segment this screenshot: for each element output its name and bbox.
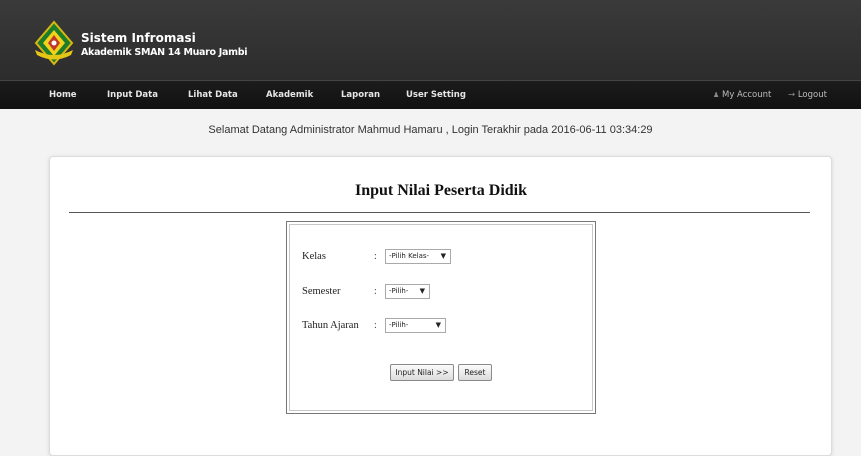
kelas-select[interactable]: -Pilih Kelas- ▼ (385, 249, 451, 264)
tahun-ajaran-label: Tahun Ajaran (302, 320, 359, 331)
nav-lihat-data[interactable]: Lihat Data (188, 81, 238, 109)
nav-input-data[interactable]: Input Data (107, 81, 158, 109)
chevron-down-icon: ▼ (419, 287, 425, 295)
nav-user-setting[interactable]: User Setting (406, 81, 466, 109)
logout-label: Logout (797, 90, 827, 100)
tahun-ajaran-colon: : (374, 320, 377, 331)
semester-select-value: -Pilih- (389, 287, 409, 295)
school-logo-icon (34, 20, 74, 66)
kelas-colon: : (374, 251, 377, 262)
semester-select[interactable]: -Pilih- ▼ (385, 284, 430, 299)
nav-akademik[interactable]: Akademik (266, 81, 313, 109)
welcome-message: Selamat Datang Administrator Mahmud Hama… (208, 124, 653, 136)
kelas-label: Kelas (302, 251, 326, 262)
nav-my-account[interactable]: ♟ My Account (713, 81, 771, 109)
chevron-down-icon: ▼ (435, 321, 441, 329)
form-title: Input Nilai Peserta Didik (354, 182, 527, 199)
brand-subtitle: Akademik SMAN 14 Muaro Jambi (81, 47, 248, 58)
main-navbar: Home Input Data Lihat Data Akademik Lapo… (0, 80, 861, 109)
semester-label: Semester (302, 286, 341, 297)
title-divider (69, 212, 810, 213)
kelas-select-value: -Pilih Kelas- (389, 252, 430, 260)
tahun-ajaran-select[interactable]: -Pilih- ▼ (385, 318, 446, 333)
nav-logout[interactable]: → Logout (788, 81, 827, 109)
my-account-label: My Account (721, 90, 772, 100)
nav-laporan[interactable]: Laporan (341, 81, 380, 109)
app-header: Sistem Infromasi Akademik SMAN 14 Muaro … (0, 0, 861, 80)
user-icon: ♟ (713, 91, 720, 99)
reset-button[interactable]: Reset (458, 364, 492, 381)
chevron-down-icon: ▼ (440, 252, 446, 260)
brand-title: Sistem Infromasi (81, 31, 196, 45)
logout-arrow-icon: → (788, 90, 796, 100)
nav-home[interactable]: Home (49, 81, 77, 109)
semester-colon: : (374, 286, 377, 297)
input-nilai-button[interactable]: Input Nilai >> (390, 364, 454, 381)
tahun-ajaran-select-value: -Pilih- (389, 321, 409, 329)
